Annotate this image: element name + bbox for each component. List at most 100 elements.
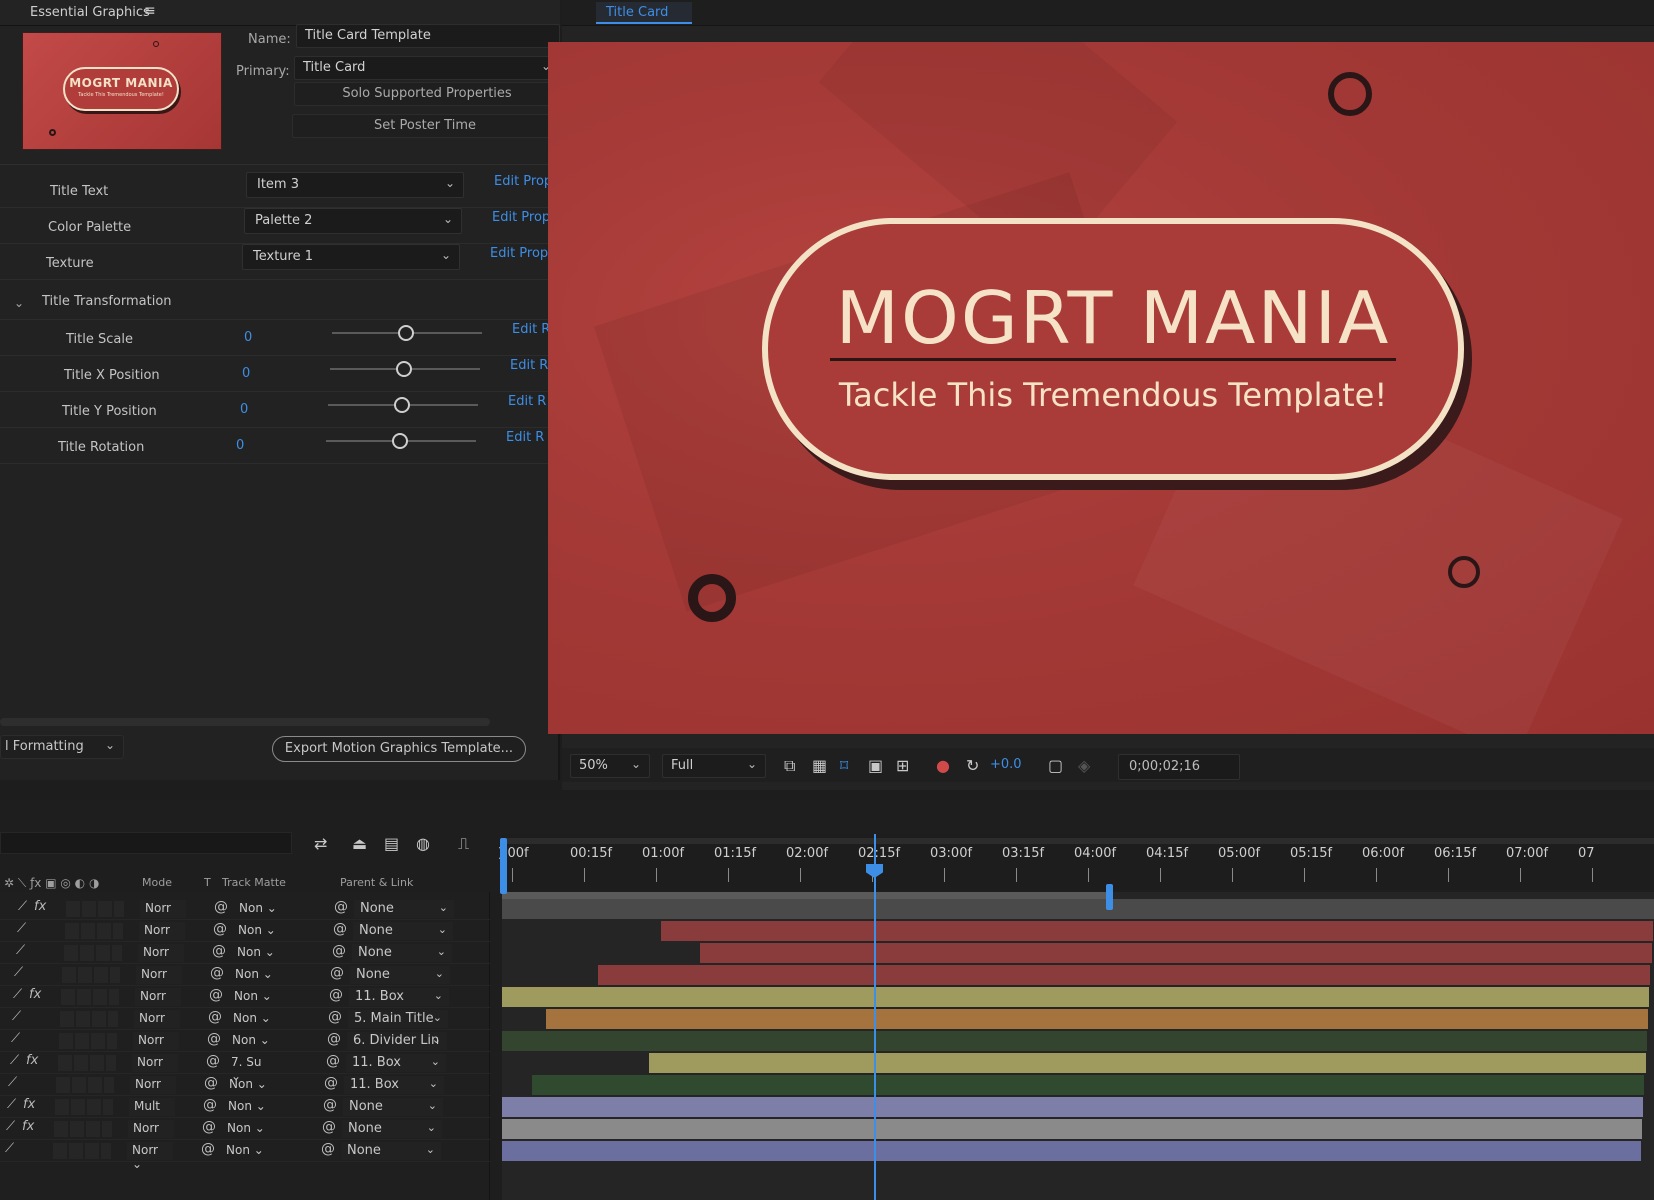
formatting-dropdown[interactable]: l Formatting ⌄ — [0, 735, 124, 759]
mode-column-header[interactable]: Mode — [142, 876, 172, 889]
track-matte-dropdown[interactable]: Non ⌄ — [234, 944, 280, 962]
pen-icon[interactable]: ⟋ — [18, 899, 27, 914]
track-matte-dropdown[interactable]: Non ⌄ — [230, 1010, 276, 1028]
pen-icon[interactable]: ⟋ — [10, 1053, 19, 1068]
layer-row[interactable]: ⟋ Norr ⌄ @ Non ⌄ @11. Box ⌄ — [0, 1074, 490, 1105]
composition-canvas[interactable]: MOGRT MANIA Tackle This Tremendous Templ… — [548, 42, 1654, 734]
track-matte-dropdown[interactable]: Non ⌄ — [235, 922, 281, 940]
layer-row[interactable]: ⟋ Norr ⌄ @ Non ⌄ @6. Divider Lin⌄ — [0, 1030, 490, 1061]
blend-mode-dropdown[interactable]: Norr ⌄ — [136, 966, 182, 995]
parent-dropdown[interactable]: None ⌄ — [354, 900, 454, 918]
draft-3d-icon[interactable]: ⏏ — [352, 834, 367, 853]
layer-search-input[interactable] — [0, 832, 292, 854]
slider-handle[interactable] — [392, 433, 408, 449]
track-matte-dropdown[interactable]: 7. Su ⌄ — [228, 1054, 274, 1083]
primary-comp-dropdown[interactable]: Title Card ⌄ — [294, 56, 560, 80]
slider-handle[interactable] — [396, 361, 412, 377]
slider-value[interactable]: 0 — [244, 330, 252, 345]
track-matte-dropdown[interactable]: Non ⌄ — [232, 966, 278, 984]
layer-duration-bar[interactable] — [502, 987, 1649, 1007]
reset-exposure-icon[interactable]: ↻ — [966, 756, 979, 775]
pick-whip-icon[interactable]: @ — [334, 899, 348, 915]
parent-dropdown[interactable]: None ⌄ — [343, 1098, 443, 1116]
pick-whip-icon[interactable]: @ — [333, 921, 347, 937]
set-poster-time-button[interactable]: Set Poster Time — [292, 114, 558, 138]
parent-dropdown[interactable]: 11. Box ⌄ — [344, 1076, 444, 1094]
parent-dropdown[interactable]: 11. Box ⌄ — [349, 988, 449, 1006]
layer-row[interactable]: ⟋ fx Norr ⌄ @ Non ⌄ @ None ⌄ — [0, 898, 490, 929]
preserve-transparency-icon[interactable]: @ — [203, 1097, 217, 1113]
blend-mode-dropdown[interactable]: Norr ⌄ — [139, 922, 185, 951]
preserve-transparency-icon[interactable]: @ — [209, 987, 223, 1003]
mask-visibility-icon[interactable]: ⌑ — [840, 756, 848, 775]
preserve-transparency-icon[interactable]: @ — [214, 899, 228, 915]
hide-shy-layers-icon[interactable]: ▤ — [384, 834, 399, 853]
horizontal-scrollbar[interactable] — [0, 718, 490, 726]
pen-icon[interactable]: ⟋ — [7, 1097, 16, 1112]
channel-icon[interactable]: ● — [936, 756, 950, 775]
layer-duration-bar[interactable] — [700, 943, 1652, 963]
pen-icon[interactable]: ⟋ — [6, 1119, 15, 1134]
fx-switch[interactable]: fx — [29, 987, 41, 1002]
group-row-title-transformation[interactable]: ⌄ Title Transformation — [0, 284, 555, 320]
blend-mode-dropdown[interactable]: Norr ⌄ — [132, 1054, 178, 1083]
pick-whip-icon[interactable]: @ — [332, 943, 346, 959]
track-matte-dropdown[interactable]: Non ⌄ — [229, 1032, 275, 1050]
parent-dropdown[interactable]: None ⌄ — [342, 1120, 442, 1138]
edit-properties-link[interactable]: Edit R — [508, 394, 546, 409]
title-rotation-slider[interactable] — [326, 433, 476, 449]
blend-mode-dropdown[interactable]: Mult ⌄ — [129, 1098, 175, 1127]
parent-dropdown[interactable]: None ⌄ — [350, 966, 450, 984]
layer-switch-boxes[interactable] — [55, 1099, 113, 1115]
pen-icon[interactable]: ⟋ — [12, 1009, 21, 1024]
preserve-transparency-icon[interactable]: @ — [201, 1141, 215, 1157]
solo-supported-properties-button[interactable]: Solo Supported Properties — [294, 82, 560, 106]
edit-properties-link[interactable]: Edit R — [510, 358, 548, 373]
camera-icon[interactable]: ▢ — [1048, 756, 1063, 775]
track-matte-dropdown[interactable]: Non ⌄ — [226, 1076, 272, 1094]
layer-row[interactable]: ⟋ fx Norr ⌄ @ Non ⌄ @11. Box ⌄ — [0, 986, 490, 1017]
pen-icon[interactable]: ⟋ — [16, 943, 25, 958]
layer-switch-boxes[interactable] — [65, 923, 123, 939]
pen-icon[interactable]: ⟋ — [5, 1141, 14, 1156]
pick-whip-icon[interactable]: @ — [330, 965, 344, 981]
slider-value[interactable]: 0 — [242, 366, 250, 381]
pen-icon[interactable]: ⟋ — [17, 921, 26, 936]
current-time-display[interactable]: 0;00;02;16 — [1118, 754, 1240, 780]
layer-row[interactable]: ⟋ Norr ⌄ @ Non ⌄ @ None ⌄ — [0, 964, 490, 995]
title-y-position-slider[interactable] — [328, 397, 478, 413]
edit-properties-link[interactable]: Edit R — [506, 430, 544, 445]
fx-switch[interactable]: fx — [34, 899, 46, 914]
pick-whip-icon[interactable]: @ — [326, 1053, 340, 1069]
layer-duration-bar[interactable] — [502, 1119, 1642, 1139]
preserve-transparency-icon[interactable]: @ — [202, 1119, 216, 1135]
track-matte-dropdown[interactable]: Non ⌄ — [224, 1120, 270, 1138]
t-column-header[interactable]: T — [204, 876, 211, 889]
pick-whip-icon[interactable]: @ — [327, 1031, 341, 1047]
pick-whip-icon[interactable]: @ — [329, 987, 343, 1003]
preserve-transparency-icon[interactable]: @ — [208, 1009, 222, 1025]
layer-row[interactable]: ⟋ Norr ⌄ @ Non ⌄ @ None ⌄ — [0, 1140, 490, 1171]
parent-dropdown[interactable]: 5. Main Title ⌄ — [348, 1010, 448, 1028]
slider-handle[interactable] — [394, 397, 410, 413]
edit-properties-link[interactable]: Edit R — [512, 322, 550, 337]
preserve-transparency-icon[interactable]: @ — [206, 1053, 220, 1069]
fx-switch[interactable]: fx — [23, 1097, 35, 1112]
layer-row[interactable]: ⟋ fx Norr ⌄ @7. Su ⌄ @11. Box ⌄ — [0, 1052, 490, 1083]
title-text-dropdown[interactable]: Item 3 ⌄ — [246, 172, 464, 198]
parent-dropdown[interactable]: None ⌄ — [353, 922, 453, 940]
parent-dropdown[interactable]: None ⌄ — [352, 944, 452, 962]
layer-duration-bar[interactable] — [649, 1053, 1646, 1073]
pick-whip-icon[interactable]: @ — [324, 1075, 338, 1091]
blend-mode-dropdown[interactable]: Norr ⌄ — [140, 900, 186, 929]
blend-mode-dropdown[interactable]: Norr ⌄ — [130, 1076, 176, 1105]
layer-switch-boxes[interactable] — [62, 967, 120, 983]
layer-switch-boxes[interactable] — [56, 1077, 114, 1093]
parent-column-header[interactable]: Parent & Link — [340, 876, 413, 889]
layer-duration-bar[interactable] — [502, 1141, 1641, 1161]
resolution-dropdown[interactable]: Full ⌄ — [662, 754, 766, 778]
template-name-field[interactable]: Title Card Template — [296, 24, 560, 48]
hamburger-icon[interactable]: ≡ — [144, 3, 156, 19]
layer-row[interactable]: ⟋ Norr ⌄ @ Non ⌄ @ None ⌄ — [0, 942, 490, 973]
slider-value[interactable]: 0 — [236, 438, 244, 453]
